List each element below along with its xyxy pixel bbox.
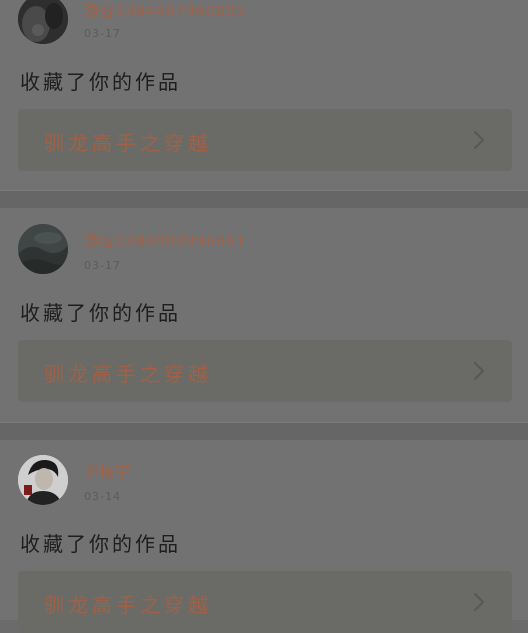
- username[interactable]: 游客1384407960605: [84, 0, 246, 21]
- divider: [0, 422, 528, 441]
- work-title: 驯龙高手之穿越: [44, 131, 212, 155]
- action-text: 收藏了你的作品: [20, 532, 181, 556]
- work-title: 驯龙高手之穿越: [44, 362, 212, 386]
- timestamp: 03-17: [84, 27, 121, 40]
- divider: [0, 190, 528, 209]
- user-avatar[interactable]: [18, 0, 68, 44]
- notification-item: 游客1384093996661 03-17 收藏了你的作品 驯龙高手之穿越: [0, 208, 528, 422]
- user-avatar-portrait-icon: [18, 455, 68, 505]
- work-link[interactable]: 驯龙高手之穿越: [18, 571, 512, 633]
- work-title: 驯龙高手之穿越: [44, 593, 212, 617]
- chevron-right-icon: [473, 361, 485, 381]
- notification-item: 游客1384407960605 03-17 收藏了你的作品 驯龙高手之穿越: [0, 0, 528, 190]
- action-text: 收藏了你的作品: [20, 301, 181, 325]
- work-link[interactable]: 驯龙高手之穿越: [18, 109, 512, 171]
- chevron-right-icon: [473, 592, 485, 612]
- chevron-right-icon: [473, 130, 485, 150]
- timestamp: 03-17: [84, 259, 121, 272]
- notification-feed: 游客1384407960605 03-17 收藏了你的作品 驯龙高手之穿越 游客…: [0, 0, 528, 633]
- username[interactable]: 游客1384093996661: [84, 230, 246, 251]
- work-link[interactable]: 驯龙高手之穿越: [18, 340, 512, 402]
- user-avatar[interactable]: [18, 224, 68, 274]
- user-avatar-landscape-icon: [18, 224, 68, 274]
- user-avatar-dark-icon: [18, 0, 68, 44]
- notification-item: 尹振宇 03-14 收藏了你的作品 驯龙高手之穿越: [0, 440, 528, 633]
- username[interactable]: 尹振宇: [84, 461, 131, 482]
- user-avatar[interactable]: [18, 455, 68, 505]
- action-text: 收藏了你的作品: [20, 70, 181, 94]
- timestamp: 03-14: [84, 490, 121, 503]
